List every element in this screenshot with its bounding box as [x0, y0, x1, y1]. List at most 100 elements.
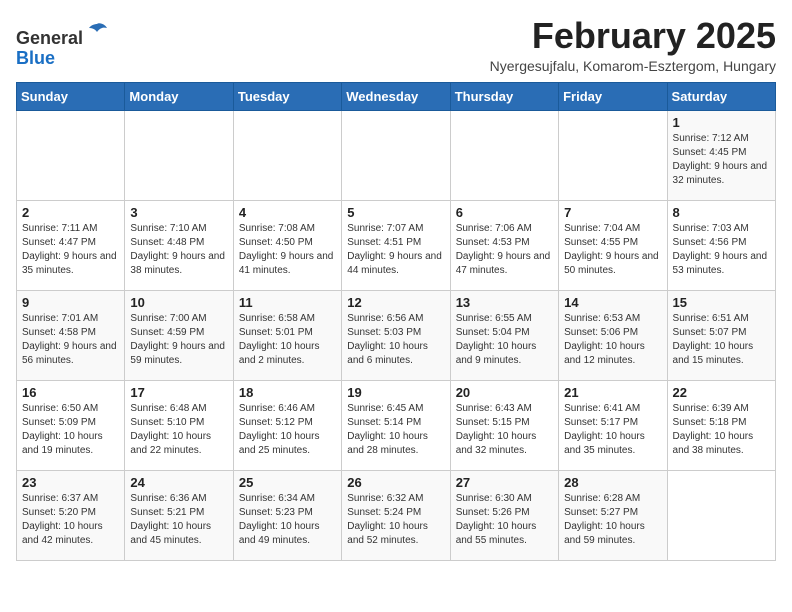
day-info: Sunrise: 6:32 AM Sunset: 5:24 PM Dayligh…	[347, 492, 444, 548]
calendar-cell: 27 Sunrise: 6:30 AM Sunset: 5:26 PM Dayli…	[450, 470, 558, 560]
calendar-header-row: SundayMondayTuesdayWednesdayThursdayFrid…	[17, 82, 776, 110]
day-number: 11	[239, 295, 336, 310]
calendar-cell: 11 Sunrise: 6:58 AM Sunset: 5:01 PM Dayli…	[233, 290, 341, 380]
day-info: Sunrise: 6:39 AM Sunset: 5:18 PM Dayligh…	[673, 402, 770, 458]
day-number: 15	[673, 295, 770, 310]
day-number: 12	[347, 295, 444, 310]
day-info: Sunrise: 6:34 AM Sunset: 5:23 PM Dayligh…	[239, 492, 336, 548]
page-header: General Blue February 2025 Nyergesujfalu…	[16, 16, 776, 74]
calendar-cell: 6 Sunrise: 7:06 AM Sunset: 4:53 PM Daylig…	[450, 200, 558, 290]
day-info: Sunrise: 6:50 AM Sunset: 5:09 PM Dayligh…	[22, 402, 119, 458]
calendar-cell	[233, 110, 341, 200]
calendar-week-row: 9 Sunrise: 7:01 AM Sunset: 4:58 PM Daylig…	[17, 290, 776, 380]
day-number: 26	[347, 475, 444, 490]
calendar-cell: 25 Sunrise: 6:34 AM Sunset: 5:23 PM Dayli…	[233, 470, 341, 560]
calendar-cell	[667, 470, 775, 560]
calendar-cell: 20 Sunrise: 6:43 AM Sunset: 5:15 PM Dayli…	[450, 380, 558, 470]
calendar-cell: 2 Sunrise: 7:11 AM Sunset: 4:47 PM Daylig…	[17, 200, 125, 290]
calendar-week-row: 16Sunrise: 6:50 AM Sunset: 5:09 PM Dayli…	[17, 380, 776, 470]
day-number: 24	[130, 475, 227, 490]
day-number: 9	[22, 295, 119, 310]
calendar-cell: 23 Sunrise: 6:37 AM Sunset: 5:20 PM Dayli…	[17, 470, 125, 560]
day-number: 18	[239, 385, 336, 400]
day-number: 7	[564, 205, 661, 220]
day-of-week-header: Thursday	[450, 82, 558, 110]
day-info: Sunrise: 7:04 AM Sunset: 4:55 PM Dayligh…	[564, 222, 661, 278]
day-info: Sunrise: 7:12 AM Sunset: 4:45 PM Dayligh…	[673, 132, 770, 188]
day-info: Sunrise: 7:11 AM Sunset: 4:47 PM Dayligh…	[22, 222, 119, 278]
calendar-cell: 18 Sunrise: 6:46 AM Sunset: 5:12 PM Dayli…	[233, 380, 341, 470]
day-number: 23	[22, 475, 119, 490]
calendar-cell: 12 Sunrise: 6:56 AM Sunset: 5:03 PM Dayli…	[342, 290, 450, 380]
day-number: 25	[239, 475, 336, 490]
logo-blue-text: Blue	[16, 48, 55, 68]
day-info: Sunrise: 6:43 AM Sunset: 5:15 PM Dayligh…	[456, 402, 553, 458]
day-of-week-header: Wednesday	[342, 82, 450, 110]
title-block: February 2025 Nyergesujfalu, Komarom-Esz…	[490, 16, 776, 74]
day-number: 6	[456, 205, 553, 220]
calendar-cell: 7 Sunrise: 7:04 AM Sunset: 4:55 PM Daylig…	[559, 200, 667, 290]
day-info: Sunrise: 7:01 AM Sunset: 4:58 PM Dayligh…	[22, 312, 119, 368]
day-number: 5	[347, 205, 444, 220]
day-number: 17	[130, 385, 227, 400]
day-number: 20	[456, 385, 553, 400]
day-info: Sunrise: 7:08 AM Sunset: 4:50 PM Dayligh…	[239, 222, 336, 278]
calendar-cell	[450, 110, 558, 200]
calendar-cell: 3Sunrise: 7:10 AM Sunset: 4:48 PM Daylig…	[125, 200, 233, 290]
calendar-cell: 13 Sunrise: 6:55 AM Sunset: 5:04 PM Dayli…	[450, 290, 558, 380]
calendar-cell: 5Sunrise: 7:07 AM Sunset: 4:51 PM Daylig…	[342, 200, 450, 290]
day-number: 19	[347, 385, 444, 400]
day-number: 8	[673, 205, 770, 220]
day-info: Sunrise: 6:46 AM Sunset: 5:12 PM Dayligh…	[239, 402, 336, 458]
day-of-week-header: Sunday	[17, 82, 125, 110]
day-of-week-header: Tuesday	[233, 82, 341, 110]
logo-general-text: General	[16, 28, 83, 48]
calendar-cell: 16Sunrise: 6:50 AM Sunset: 5:09 PM Dayli…	[17, 380, 125, 470]
calendar-cell: 8Sunrise: 7:03 AM Sunset: 4:56 PM Daylig…	[667, 200, 775, 290]
calendar-table: SundayMondayTuesdayWednesdayThursdayFrid…	[16, 82, 776, 561]
calendar-cell: 28Sunrise: 6:28 AM Sunset: 5:27 PM Dayli…	[559, 470, 667, 560]
calendar-cell: 15Sunrise: 6:51 AM Sunset: 5:07 PM Dayli…	[667, 290, 775, 380]
logo-bird-icon	[85, 20, 109, 44]
day-of-week-header: Monday	[125, 82, 233, 110]
calendar-week-row: 23 Sunrise: 6:37 AM Sunset: 5:20 PM Dayli…	[17, 470, 776, 560]
day-number: 13	[456, 295, 553, 310]
calendar-cell: 24 Sunrise: 6:36 AM Sunset: 5:21 PM Dayli…	[125, 470, 233, 560]
calendar-cell	[559, 110, 667, 200]
calendar-cell: 9 Sunrise: 7:01 AM Sunset: 4:58 PM Daylig…	[17, 290, 125, 380]
day-of-week-header: Friday	[559, 82, 667, 110]
calendar-cell: 21Sunrise: 6:41 AM Sunset: 5:17 PM Dayli…	[559, 380, 667, 470]
day-info: Sunrise: 6:48 AM Sunset: 5:10 PM Dayligh…	[130, 402, 227, 458]
day-number: 3	[130, 205, 227, 220]
calendar-cell	[17, 110, 125, 200]
calendar-cell	[125, 110, 233, 200]
day-info: Sunrise: 6:30 AM Sunset: 5:26 PM Dayligh…	[456, 492, 553, 548]
day-info: Sunrise: 6:58 AM Sunset: 5:01 PM Dayligh…	[239, 312, 336, 368]
calendar-cell: 22 Sunrise: 6:39 AM Sunset: 5:18 PM Dayli…	[667, 380, 775, 470]
day-number: 1	[673, 115, 770, 130]
day-number: 10	[130, 295, 227, 310]
day-info: Sunrise: 7:06 AM Sunset: 4:53 PM Dayligh…	[456, 222, 553, 278]
logo: General Blue	[16, 20, 109, 69]
calendar-cell: 17 Sunrise: 6:48 AM Sunset: 5:10 PM Dayli…	[125, 380, 233, 470]
day-info: Sunrise: 7:00 AM Sunset: 4:59 PM Dayligh…	[130, 312, 227, 368]
day-info: Sunrise: 6:36 AM Sunset: 5:21 PM Dayligh…	[130, 492, 227, 548]
day-info: Sunrise: 6:56 AM Sunset: 5:03 PM Dayligh…	[347, 312, 444, 368]
day-info: Sunrise: 6:28 AM Sunset: 5:27 PM Dayligh…	[564, 492, 661, 548]
calendar-cell: 26 Sunrise: 6:32 AM Sunset: 5:24 PM Dayli…	[342, 470, 450, 560]
day-number: 27	[456, 475, 553, 490]
calendar-cell: 10 Sunrise: 7:00 AM Sunset: 4:59 PM Dayli…	[125, 290, 233, 380]
calendar-subtitle: Nyergesujfalu, Komarom-Esztergom, Hungar…	[490, 58, 776, 74]
calendar-week-row: 1 Sunrise: 7:12 AM Sunset: 4:45 PM Daylig…	[17, 110, 776, 200]
day-number: 14	[564, 295, 661, 310]
calendar-cell: 19Sunrise: 6:45 AM Sunset: 5:14 PM Dayli…	[342, 380, 450, 470]
day-info: Sunrise: 6:55 AM Sunset: 5:04 PM Dayligh…	[456, 312, 553, 368]
day-of-week-header: Saturday	[667, 82, 775, 110]
calendar-cell	[342, 110, 450, 200]
day-number: 2	[22, 205, 119, 220]
day-info: Sunrise: 6:37 AM Sunset: 5:20 PM Dayligh…	[22, 492, 119, 548]
day-number: 22	[673, 385, 770, 400]
calendar-cell: 14Sunrise: 6:53 AM Sunset: 5:06 PM Dayli…	[559, 290, 667, 380]
day-info: Sunrise: 6:41 AM Sunset: 5:17 PM Dayligh…	[564, 402, 661, 458]
calendar-cell: 4Sunrise: 7:08 AM Sunset: 4:50 PM Daylig…	[233, 200, 341, 290]
